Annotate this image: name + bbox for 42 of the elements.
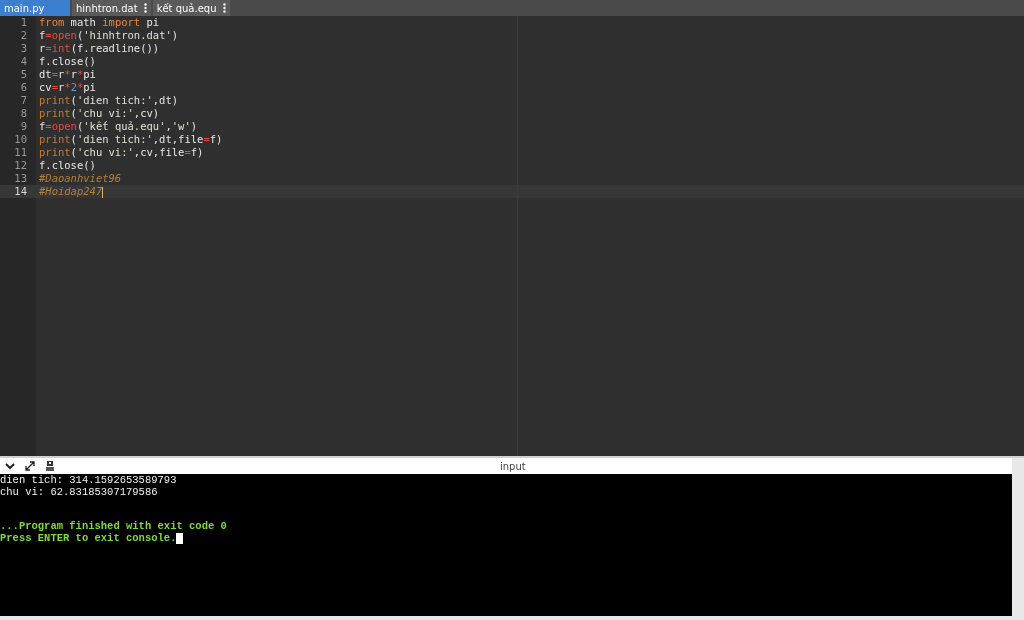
more-icon[interactable] (222, 3, 226, 13)
code-line: print('chu vi:',cv) (38, 107, 160, 119)
line-number: 13 (13, 172, 28, 185)
code-line: dt=r*r*pi (38, 68, 96, 80)
code-line: f=open('hinhtron.dat') (38, 29, 179, 41)
file-tab[interactable]: hinhtron.dat (72, 0, 151, 16)
line-number: 2 (19, 29, 28, 42)
console-line: dien tich: 314.1592653589793 (0, 474, 177, 486)
code-line: print('dien tich:',dt,file=f) (38, 133, 223, 145)
code-line: r=int(f.readline()) (38, 42, 160, 54)
line-number: 11 (13, 146, 28, 159)
line-number: 12 (13, 159, 28, 172)
console-line: ...Program finished with exit code 0 (0, 520, 227, 532)
code-line: f=open('kết quả.equ','w') (38, 120, 198, 132)
code-line: print('dien tich:',dt) (38, 94, 179, 106)
line-number: 1 (19, 16, 28, 29)
file-tab[interactable]: main.py (0, 0, 70, 16)
line-number: 4 (19, 55, 28, 68)
expand-icon[interactable] (24, 460, 36, 472)
console-line: chu vi: 62.83185307179586 (0, 485, 158, 498)
line-number: 6 (19, 81, 28, 94)
code-line: #Daoanhviet96 (38, 172, 122, 184)
code-line: print('chu vi:',cv,file=f) (38, 146, 204, 158)
line-number: 3 (19, 42, 28, 55)
text-cursor (176, 533, 184, 544)
line-number: 8 (19, 107, 28, 120)
code-line: from math import pi (38, 16, 160, 28)
file-tab[interactable]: kết quả.equ (152, 0, 230, 16)
console-title: input (500, 460, 526, 472)
clear-console-icon[interactable] (44, 460, 56, 472)
line-number: 9 (19, 120, 28, 133)
line-number: 10 (13, 133, 28, 146)
code-line: f.close() (38, 55, 96, 67)
code-line: #Hoidap247 (38, 185, 104, 197)
more-icon[interactable] (143, 3, 147, 13)
code-line: f.close() (38, 159, 96, 171)
line-number: 5 (19, 68, 28, 81)
console-line: Press ENTER to exit console. (0, 531, 177, 544)
collapse-icon[interactable] (4, 460, 16, 472)
line-number: 14 (0, 185, 36, 198)
line-number: 7 (19, 94, 28, 107)
code-line: cv=r*2*pi (38, 81, 96, 93)
